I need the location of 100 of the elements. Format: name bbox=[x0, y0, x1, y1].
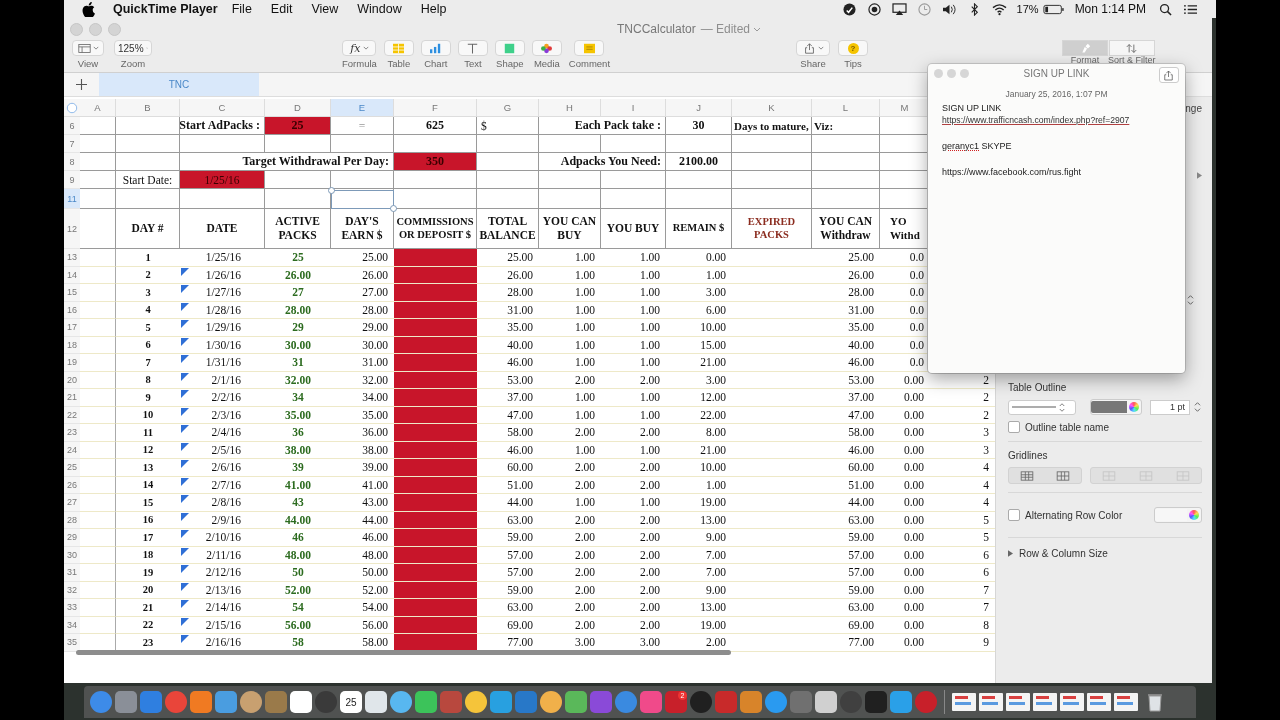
document-thumbnail-icon[interactable] bbox=[1033, 693, 1057, 711]
color-well[interactable] bbox=[1154, 507, 1202, 523]
line-style-popup[interactable] bbox=[1008, 399, 1076, 415]
app-icon[interactable] bbox=[290, 691, 312, 713]
row-number[interactable]: 27 bbox=[64, 494, 80, 512]
select-all-icon[interactable] bbox=[66, 101, 78, 114]
menu-icon[interactable] bbox=[1183, 2, 1198, 16]
document-thumbnail-icon[interactable] bbox=[1060, 693, 1084, 711]
column-header[interactable]: E bbox=[331, 99, 394, 116]
stepper-icon[interactable] bbox=[1194, 401, 1201, 413]
comment-flag-icon[interactable] bbox=[181, 460, 189, 468]
share-button[interactable] bbox=[1159, 67, 1179, 83]
app-icon[interactable] bbox=[465, 691, 487, 713]
disclosure-triangle-icon[interactable] bbox=[1197, 172, 1202, 179]
checkbox[interactable] bbox=[1008, 421, 1020, 433]
comment-flag-icon[interactable] bbox=[181, 442, 189, 451]
app-icon[interactable] bbox=[365, 691, 387, 713]
view-button[interactable] bbox=[72, 40, 104, 56]
trash-icon[interactable] bbox=[1147, 691, 1163, 713]
app-icon[interactable] bbox=[240, 691, 262, 713]
app-icon[interactable] bbox=[815, 691, 837, 713]
comment-flag-icon[interactable] bbox=[181, 302, 189, 311]
cell-selection[interactable] bbox=[331, 190, 394, 209]
sheet-tab[interactable]: TNC bbox=[99, 73, 259, 96]
comment-flag-icon[interactable] bbox=[181, 337, 189, 346]
document-thumbnail-icon[interactable] bbox=[1114, 693, 1138, 711]
row-number[interactable]: 9 bbox=[64, 171, 80, 189]
skype-icon[interactable] bbox=[841, 2, 857, 16]
menu-clock[interactable]: Mon 1:14 PM bbox=[1074, 2, 1146, 16]
comment-flag-icon[interactable] bbox=[181, 617, 189, 626]
app-icon[interactable] bbox=[565, 691, 587, 713]
menu-item[interactable]: Window bbox=[357, 2, 402, 16]
document-thumbnail-icon[interactable] bbox=[1006, 693, 1030, 711]
app-icon[interactable] bbox=[415, 691, 437, 713]
tips-button[interactable]: ? bbox=[838, 40, 869, 56]
comment-button[interactable] bbox=[574, 40, 605, 56]
inspector-tab[interactable]: nge bbox=[1185, 103, 1202, 114]
row-number[interactable]: 13 bbox=[64, 249, 80, 267]
comment-flag-icon[interactable] bbox=[181, 425, 189, 433]
stepper-icon[interactable] bbox=[1187, 294, 1194, 306]
scrollbar[interactable] bbox=[76, 650, 731, 655]
chart-button[interactable] bbox=[420, 40, 451, 56]
search-icon[interactable] bbox=[1158, 2, 1173, 16]
row-number[interactable]: 17 bbox=[64, 319, 80, 337]
menu-item[interactable]: View bbox=[311, 2, 339, 16]
row-number[interactable]: 33 bbox=[64, 599, 80, 617]
calendar-icon[interactable]: 25 bbox=[340, 691, 362, 713]
comment-flag-icon[interactable] bbox=[181, 582, 189, 591]
row-number[interactable]: 12 bbox=[64, 209, 80, 249]
document-thumbnail-icon[interactable] bbox=[979, 693, 1003, 711]
segmented-control[interactable] bbox=[1008, 467, 1082, 484]
volume-icon[interactable] bbox=[941, 2, 957, 16]
row-number[interactable]: 15 bbox=[64, 284, 80, 302]
formula-button[interactable]: fx bbox=[342, 40, 377, 56]
share-button[interactable] bbox=[796, 40, 831, 56]
comment-flag-icon[interactable] bbox=[181, 495, 189, 503]
row-number[interactable]: 25 bbox=[64, 459, 80, 477]
media-button[interactable] bbox=[531, 40, 562, 56]
link[interactable]: https://www.trafficncash.com/index.php?ref=2907 bbox=[942, 114, 1130, 126]
airplay-icon[interactable] bbox=[891, 2, 907, 16]
comment-flag-icon[interactable] bbox=[181, 635, 189, 643]
add-sheet-icon[interactable] bbox=[76, 79, 87, 90]
document-thumbnail-icon[interactable] bbox=[1087, 693, 1111, 711]
comment-flag-icon[interactable] bbox=[181, 512, 189, 521]
menu-item[interactable]: Help bbox=[420, 2, 447, 16]
record-icon[interactable] bbox=[866, 2, 882, 16]
comment-flag-icon[interactable] bbox=[181, 407, 189, 416]
caret-icon[interactable] bbox=[753, 26, 762, 32]
comment-flag-icon[interactable] bbox=[181, 600, 189, 608]
comment-flag-icon[interactable] bbox=[181, 390, 189, 398]
comment-flag-icon[interactable] bbox=[181, 320, 189, 328]
comment-flag-icon[interactable] bbox=[181, 372, 189, 381]
stroke-width-field[interactable]: 1 pt bbox=[1150, 399, 1190, 415]
row-number[interactable]: 35 bbox=[64, 634, 80, 652]
row-number[interactable]: 23 bbox=[64, 424, 80, 442]
checkbox[interactable] bbox=[1008, 509, 1020, 521]
clock-icon[interactable] bbox=[916, 2, 932, 16]
comment-flag-icon[interactable] bbox=[181, 285, 189, 293]
comment-flag-icon[interactable] bbox=[181, 477, 189, 486]
color-well[interactable] bbox=[1090, 399, 1142, 415]
app-icon[interactable] bbox=[390, 691, 412, 713]
disclosure-row[interactable]: Row & Column Size bbox=[1008, 546, 1202, 559]
comment-flag-icon[interactable] bbox=[181, 547, 189, 556]
row-number[interactable]: 19 bbox=[64, 354, 80, 372]
zoom-dropdown[interactable]: 125% bbox=[114, 40, 152, 56]
row-number[interactable]: 31 bbox=[64, 564, 80, 582]
battery-icon[interactable] bbox=[1042, 2, 1065, 16]
comment-flag-icon[interactable] bbox=[181, 355, 189, 363]
comment-flag-icon[interactable] bbox=[181, 530, 189, 538]
app-menu[interactable]: QuickTime Player bbox=[113, 2, 218, 16]
row-number[interactable]: 8 bbox=[64, 153, 80, 171]
menu-item[interactable]: Edit bbox=[270, 2, 293, 16]
comment-flag-icon[interactable] bbox=[181, 267, 189, 276]
row-number[interactable]: 6 bbox=[64, 117, 80, 135]
row-number[interactable]: 29 bbox=[64, 529, 80, 547]
text-button[interactable] bbox=[457, 40, 488, 56]
comment-flag-icon[interactable] bbox=[181, 565, 189, 573]
app-icon[interactable] bbox=[540, 691, 562, 713]
shape-button[interactable] bbox=[494, 40, 525, 56]
menu-item[interactable]: File bbox=[231, 2, 252, 16]
